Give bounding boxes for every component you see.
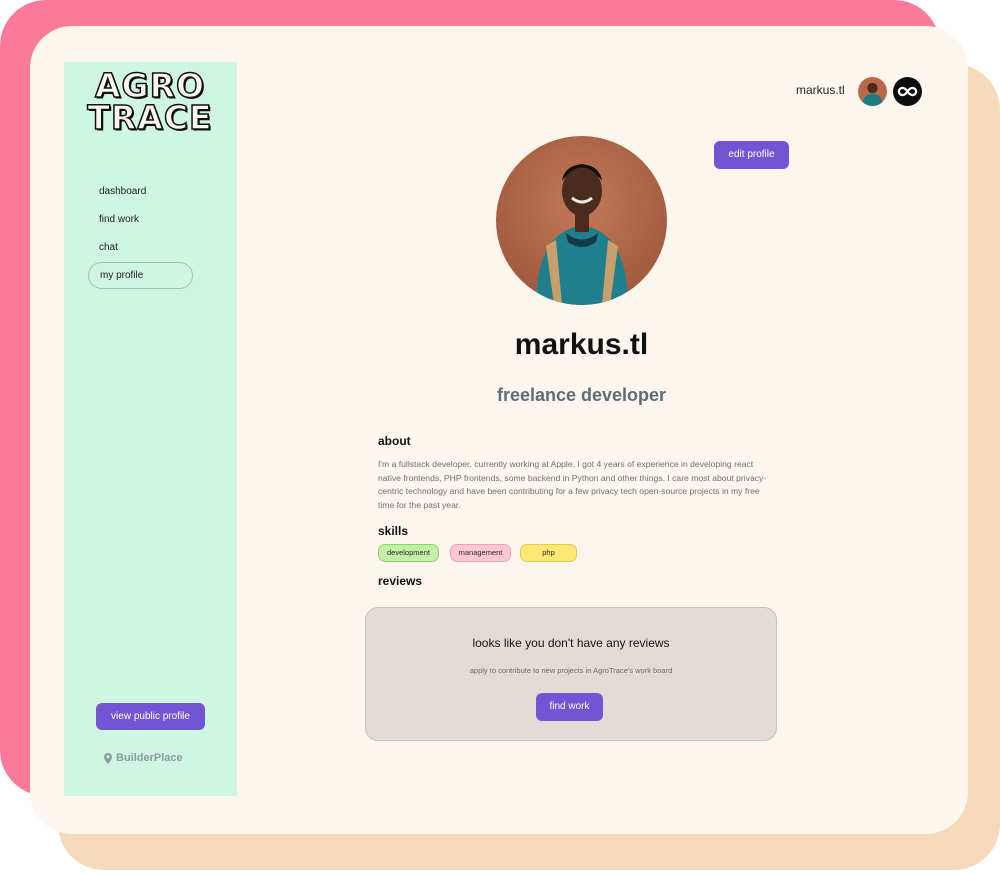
sidebar-item-my-profile[interactable]: my profile	[88, 262, 193, 289]
logo-text-line2: TRACE	[87, 98, 213, 137]
sidebar-item-chat[interactable]: chat	[88, 234, 216, 261]
skills-heading: skills	[378, 524, 409, 538]
infinity-link-icon[interactable]	[893, 77, 922, 106]
builderplace-credit[interactable]: BuilderPlace	[104, 752, 183, 764]
reviews-empty-subtitle: apply to contribute to new projects in A…	[469, 666, 673, 675]
profile-name: markus.tl	[514, 328, 649, 361]
profile-role: freelance developer	[496, 385, 667, 405]
builderplace-label: BuilderPlace	[116, 752, 183, 764]
sidebar-nav: dashboard find work chat my profile	[88, 178, 216, 290]
skill-tag-php: php	[520, 544, 577, 562]
about-heading: about	[378, 434, 411, 448]
sidebar-item-dashboard[interactable]: dashboard	[88, 178, 216, 205]
edit-profile-button[interactable]: edit profile	[714, 141, 789, 169]
profile-photo	[496, 136, 667, 305]
reviews-empty-state: looks like you don't have any reviews ap…	[365, 607, 777, 741]
profile-portrait-image	[496, 136, 667, 305]
skill-tag-management: management	[450, 544, 511, 562]
reviews-empty-title: looks like you don't have any reviews	[472, 636, 670, 650]
location-pin-icon	[104, 752, 112, 764]
find-work-button[interactable]: find work	[536, 693, 603, 721]
header-username[interactable]: markus.tl	[796, 83, 845, 97]
about-text: I'm a fullstack developer, currently wor…	[378, 459, 767, 510]
infinity-glyph-icon	[897, 86, 918, 97]
reviews-heading: reviews	[378, 574, 423, 588]
skill-tag-development: development	[378, 544, 439, 562]
agrotrace-logo[interactable]: AGRO TRACE	[70, 68, 230, 137]
sidebar: AGRO TRACE dashboard find work chat my p…	[64, 62, 237, 796]
app-window: AGRO TRACE dashboard find work chat my p…	[30, 26, 968, 834]
sidebar-item-find-work[interactable]: find work	[88, 206, 216, 233]
user-avatar-icon[interactable]	[858, 77, 887, 106]
view-public-profile-button[interactable]: view public profile	[96, 703, 205, 730]
